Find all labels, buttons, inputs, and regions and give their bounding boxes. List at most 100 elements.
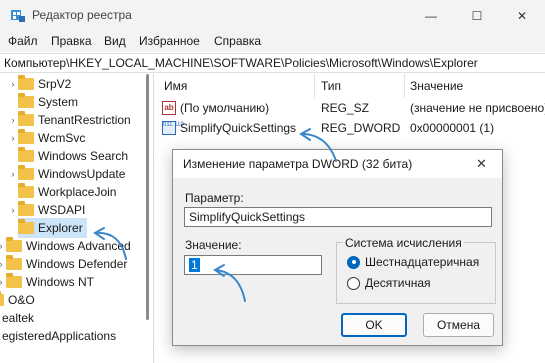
radio-selected-icon [347, 255, 360, 269]
radio-hexadecimal[interactable]: Шестнадцатеричная [347, 255, 479, 269]
value-data: (значение не присвоено) [410, 101, 545, 115]
close-icon[interactable]: ✕ [476, 156, 487, 172]
menu-help[interactable]: Справка [214, 34, 261, 48]
tree-item-explorer[interactable]: Explorer [18, 218, 87, 238]
radio-hexadecimal-label: Шестнадцатеричная [365, 255, 480, 269]
chevron-right-icon[interactable]: › [8, 169, 18, 179]
tree-item-label: Windows Search [38, 149, 129, 163]
tree-item-label: ealtek [2, 311, 35, 325]
menu-edit[interactable]: Правка [51, 34, 92, 48]
tree-item-srpv2[interactable]: › SrpV2 [8, 74, 71, 94]
tree-item-label: Windows Defender [26, 257, 128, 271]
folder-icon [18, 219, 34, 234]
folder-icon [18, 93, 34, 108]
string-value-icon: ab [162, 101, 176, 115]
key-tree: › SrpV2 System › TenantRestriction › WcmSvc… [0, 74, 150, 363]
tree-item-label: TenantRestriction [38, 113, 131, 127]
menu-favorites[interactable]: Избранное [139, 34, 200, 48]
folder-icon [18, 129, 34, 144]
folder-icon [6, 273, 22, 288]
ok-button[interactable]: OK [341, 313, 407, 337]
tree-item-label: Windows Advanced [26, 239, 131, 253]
parameter-label: Параметр: [185, 191, 244, 205]
window-title: Редактор реестра [32, 8, 132, 22]
menu-view[interactable]: Вид [104, 34, 126, 48]
value-name: SimplifyQuickSettings [180, 121, 297, 135]
value-data-input[interactable]: 1 [184, 255, 322, 275]
tree-item-tenantrestriction[interactable]: › TenantRestriction [8, 110, 131, 130]
tree-item-label: WorkplaceJoin [38, 185, 117, 199]
chevron-right-icon[interactable]: › [8, 205, 18, 215]
edit-dword-dialog: Изменение параметра DWORD (32 бита) ✕ Па… [172, 149, 503, 346]
value-row-default[interactable]: ab (По умолчанию) REG_SZ (значение не пр… [154, 98, 545, 118]
tree-item-windows-advanced[interactable]: ›Windows Advanced [0, 236, 131, 256]
value-data: 0x00000001 (1) [410, 121, 495, 135]
cancel-button[interactable]: Отмена [423, 313, 494, 337]
tree-item-label: WindowsUpdate [38, 167, 126, 181]
maximize-button[interactable]: ☐ [454, 0, 500, 32]
tree-item-system[interactable]: System [8, 92, 78, 112]
chevron-right-icon[interactable]: › [8, 133, 18, 143]
tree-item-registeredapplications[interactable]: egisteredApplications [2, 326, 116, 346]
value-type: REG_DWORD [321, 121, 401, 135]
tree-item-workplacejoin[interactable]: WorkplaceJoin [8, 182, 116, 202]
dialog-title-bar: Изменение параметра DWORD (32 бита) ✕ [173, 150, 502, 178]
address-bar[interactable]: Компьютер\HKEY_LOCAL_MACHINE\SOFTWARE\Po… [0, 53, 545, 73]
folder-icon [18, 183, 34, 198]
tree-item-wcmsvc[interactable]: › WcmSvc [8, 128, 85, 148]
maximize-icon: ☐ [471, 9, 483, 23]
tree-item-windowsupdate[interactable]: › WindowsUpdate [8, 164, 125, 184]
registry-editor-icon [11, 10, 25, 22]
number-base-label: Система исчисления [343, 236, 464, 250]
tree-item-realtek[interactable]: ealtek [2, 308, 34, 328]
chevron-right-icon[interactable]: › [8, 79, 18, 89]
tree-item-label: Explorer [38, 221, 83, 235]
menu-file[interactable]: Файл [8, 34, 38, 48]
address-path: Компьютер\HKEY_LOCAL_MACHINE\SOFTWARE\Po… [4, 56, 478, 70]
tree-item-label: System [38, 95, 79, 109]
parameter-name-field[interactable]: SimplifyQuickSettings [184, 207, 492, 227]
value-name: (По умолчанию) [180, 101, 270, 115]
radio-unselected-icon [347, 276, 360, 290]
column-type[interactable]: Тип [321, 74, 341, 98]
value-data-text: 1 [189, 258, 200, 272]
tree-item-label: WSDAPI [38, 203, 86, 217]
number-base-group [336, 242, 496, 304]
folder-icon [18, 165, 34, 180]
dialog-title: Изменение параметра DWORD (32 бита) [183, 157, 413, 171]
folder-icon [0, 291, 4, 306]
radio-decimal[interactable]: Десятичная [347, 276, 431, 290]
folder-icon [6, 237, 22, 252]
title-bar: Редактор реестра — ☐ ✕ [0, 0, 545, 32]
registry-editor-window: Редактор реестра — ☐ ✕ Файл Правка Вид И… [0, 0, 545, 363]
column-value[interactable]: Значение [410, 74, 463, 98]
minimize-button[interactable]: — [408, 0, 454, 32]
tree-item-label: O&O [8, 293, 35, 307]
column-divider[interactable] [404, 74, 405, 98]
tree-item-windows-nt[interactable]: ›Windows NT [0, 272, 94, 292]
tree-scrollbar[interactable] [146, 74, 149, 320]
chevron-right-icon[interactable]: › [8, 115, 18, 125]
close-icon: ✕ [516, 9, 528, 23]
value-row-simplifyquicksettings[interactable]: 011 110 SimplifyQuickSettings REG_DWORD … [154, 118, 545, 138]
tree-item-label: WcmSvc [38, 131, 86, 145]
parameter-name-value: SimplifyQuickSettings [189, 210, 306, 224]
folder-icon [18, 111, 34, 126]
folder-icon [18, 201, 34, 216]
tree-item-windows-search[interactable]: Windows Search [8, 146, 128, 166]
column-divider[interactable] [314, 74, 315, 98]
tree-item-label: egisteredApplications [2, 329, 117, 343]
value-type: REG_SZ [321, 101, 370, 115]
folder-icon [18, 75, 34, 90]
folder-icon [18, 147, 34, 162]
tree-item-label: SrpV2 [38, 77, 72, 91]
close-button[interactable]: ✕ [499, 0, 545, 32]
menu-bar: Файл Правка Вид Избранное Справка [0, 32, 545, 52]
column-name[interactable]: Имя [164, 74, 187, 98]
tree-item-oo[interactable]: O&O [0, 290, 35, 310]
radio-decimal-label: Десятичная [365, 276, 431, 290]
value-label: Значение: [185, 238, 242, 252]
minimize-icon: — [425, 9, 437, 23]
tree-item-wsdapi[interactable]: › WSDAPI [8, 200, 85, 220]
tree-item-windows-defender[interactable]: ›Windows Defender [0, 254, 127, 274]
